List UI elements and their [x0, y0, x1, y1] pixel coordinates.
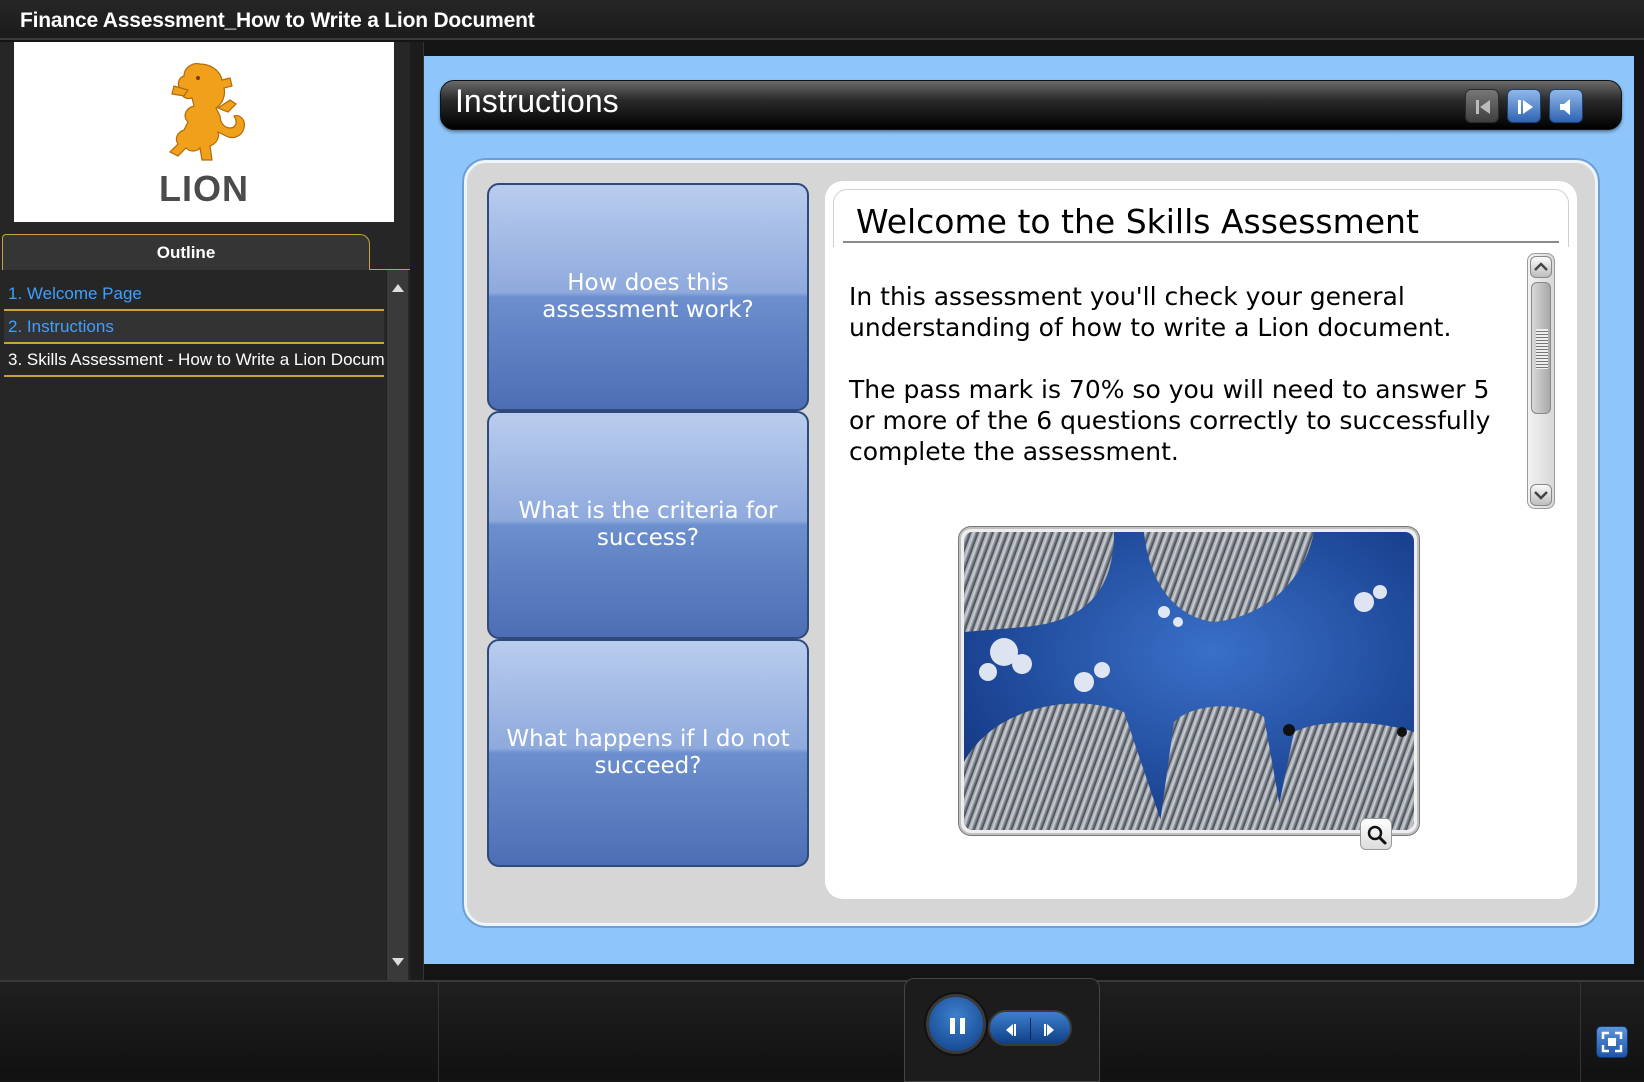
outline-item-welcome-page[interactable]: 1. Welcome Page — [4, 278, 384, 311]
bar-separator — [438, 982, 439, 1082]
tab-outline[interactable]: Outline — [2, 234, 370, 270]
slide-stage: Instructions How does this assessment wo… — [424, 56, 1634, 964]
lion-rampant-icon — [168, 63, 245, 161]
chevron-up-icon — [1534, 262, 1548, 271]
panel-paragraph-1: In this assessment you'll check your gen… — [849, 282, 1452, 342]
audio-button[interactable] — [1549, 89, 1583, 123]
previous-slide-button[interactable] — [1465, 89, 1499, 123]
logo: LION — [14, 42, 394, 222]
criteria-for-success-button[interactable]: What is the criteria for success? — [487, 411, 809, 639]
slide-header: Instructions — [440, 80, 1622, 130]
chevron-down-icon — [1534, 491, 1548, 500]
panel-title-box: Welcome to the Skills Assessment — [833, 189, 1569, 247]
fullscreen-button[interactable] — [1596, 1026, 1628, 1058]
next-slide-button[interactable] — [1507, 89, 1541, 123]
scroll-thumb[interactable] — [1531, 282, 1551, 414]
silo-photo-frame — [959, 527, 1419, 835]
seek-divider — [1030, 1018, 1031, 1040]
panel-scrollbar[interactable] — [1527, 253, 1555, 509]
pause-icon — [960, 1018, 965, 1034]
forward-icon[interactable] — [1042, 1022, 1058, 1038]
bar-separator — [1580, 982, 1581, 1082]
outline-item-instructions[interactable]: 2. Instructions — [4, 311, 384, 344]
zoom-icon — [1367, 825, 1387, 845]
app-title: Finance Assessment_How to Write a Lion D… — [20, 9, 535, 32]
player-control-bar — [0, 978, 1644, 1082]
scroll-down-arrow-icon[interactable] — [392, 958, 404, 966]
previous-slide-icon — [1476, 100, 1490, 114]
content-frame: How does this assessment work? What is t… — [464, 160, 1598, 926]
scroll-up-arrow-icon[interactable] — [392, 284, 404, 292]
scroll-down-button[interactable] — [1530, 484, 1552, 506]
how-assessment-works-button[interactable]: How does this assessment work? — [487, 183, 809, 411]
outline-item-skills-assessment[interactable]: 3. Skills Assessment - How to Write a Li… — [4, 344, 384, 377]
seek-controls — [988, 1010, 1072, 1046]
panel-body: In this assessment you'll check your gen… — [849, 281, 1509, 467]
silo-photo — [964, 532, 1414, 830]
sidebar-splitter[interactable] — [410, 42, 424, 982]
scroll-up-button[interactable] — [1530, 256, 1552, 278]
audio-icon — [1560, 99, 1570, 115]
slide-title: Instructions — [455, 83, 619, 119]
zoom-button[interactable] — [1360, 818, 1392, 850]
panel-title: Welcome to the Skills Assessment — [856, 202, 1419, 241]
pause-button[interactable] — [926, 994, 986, 1054]
outline-list: 1. Welcome Page 2. Instructions 3. Skill… — [4, 278, 384, 970]
outline-scrollbar[interactable] — [386, 270, 408, 982]
app-title-bar: Finance Assessment_How to Write a Lion D… — [0, 0, 1644, 40]
what-if-not-succeed-button[interactable]: What happens if I do not succeed? — [487, 639, 809, 867]
scroll-grip — [1536, 329, 1548, 369]
pause-icon — [950, 1018, 955, 1034]
logo-text: LION — [159, 168, 249, 209]
info-panel: Welcome to the Skills Assessment In this… — [825, 181, 1577, 899]
rewind-icon[interactable] — [1002, 1022, 1018, 1038]
next-slide-icon — [1518, 100, 1533, 114]
sidebar: LION Outline 1. Welcome Page 2. Instruct… — [0, 42, 410, 982]
fullscreen-icon — [1601, 1031, 1623, 1053]
panel-paragraph-2: The pass mark is 70% so you will need to… — [849, 375, 1491, 466]
panel-divider — [843, 241, 1559, 243]
